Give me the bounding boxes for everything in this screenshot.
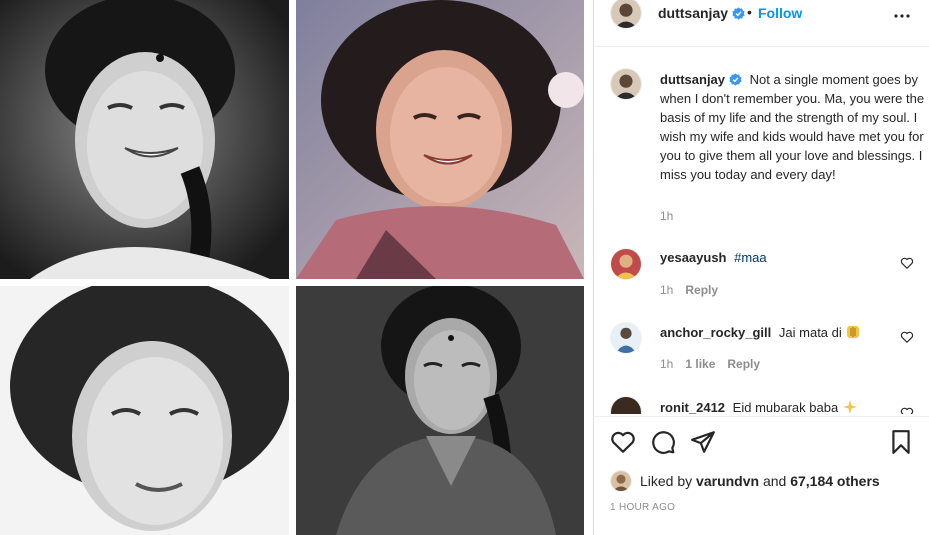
post-actions [594,423,929,459]
likes-count[interactable]: 67,184 others [790,473,880,489]
comment-username[interactable]: ronit_2412 [660,400,725,414]
header-divider [594,46,929,47]
comment-item: yesaayush #maa 1h Reply [610,248,920,308]
comment-time[interactable]: 1h [660,283,673,297]
photo-bottom-left [0,286,289,535]
comment-text: anchor_rocky_gill Jai mata di [660,324,861,340]
caption-avatar[interactable] [610,68,642,100]
sparkles-emoji-icon [842,400,857,414]
liker-avatar[interactable] [610,470,632,492]
caption-body: Not a single moment goes by when I don't… [660,72,925,182]
liker-username[interactable]: varundvn [696,473,759,489]
actions-divider [594,416,929,417]
folded-hands-emoji-icon [847,326,860,338]
comment-username[interactable]: anchor_rocky_gill [660,325,771,340]
author-username[interactable]: duttsanjay [658,5,745,21]
heart-icon[interactable] [610,429,636,455]
caption-text: duttsanjay Not a single moment goes by w… [660,70,929,184]
comment-message: Jai mata di [778,325,842,340]
commenter-avatar[interactable] [610,248,642,280]
comment-icon[interactable] [650,429,676,455]
comment-likes-count[interactable]: 1 like [685,357,715,371]
post-header: duttsanjay • Follow [594,0,929,29]
likes-conjunction: and [762,473,787,489]
comment-message: Eid mubarak baba [732,400,839,414]
comment-item: ronit_2412 Eid mubarak baba [610,396,920,414]
photo-top-right [296,0,584,279]
commenter-avatar[interactable] [610,396,642,414]
comment-like-heart-icon[interactable] [900,330,914,344]
verified-badge-icon [732,7,745,20]
comment-like-heart-icon[interactable] [900,256,914,270]
caption-username[interactable]: duttsanjay [660,72,742,87]
post-media[interactable] [0,0,593,535]
share-icon[interactable] [690,429,716,455]
post-timestamp[interactable]: 1 HOUR AGO [610,502,675,513]
comment-time[interactable]: 1h [660,357,673,371]
verified-badge-icon [729,73,742,86]
author-avatar[interactable] [610,0,642,29]
hashtag-link[interactable]: #maa [734,250,767,265]
comment-item: anchor_rocky_gill Jai mata di 1h 1 like … [610,322,920,382]
bookmark-icon[interactable] [888,429,914,455]
comment-like-heart-icon[interactable] [900,406,914,414]
likes-summary: Liked by varundvn and 67,184 others [610,469,880,493]
commenter-avatar[interactable] [610,322,642,354]
comment-username[interactable]: yesaayush [660,250,727,265]
comment-text: yesaayush #maa [660,250,767,265]
comment-text: ronit_2412 Eid mubarak baba [660,399,858,414]
separator-dot: • [747,4,752,20]
photo-bottom-right [296,286,584,535]
post-detail-panel: duttsanjay • Follow duttsanjay Not a sin… [593,0,929,535]
comment-meta: 1h Reply [660,283,718,297]
reply-button[interactable]: Reply [685,283,718,297]
more-options-icon[interactable] [892,6,912,26]
likes-prefix: Liked by [640,473,693,489]
comment-meta: 1h 1 like Reply [660,357,760,371]
photo-top-left [0,0,289,279]
caption-timestamp[interactable]: 1h [660,209,673,223]
reply-button[interactable]: Reply [727,357,760,371]
follow-button[interactable]: Follow [758,5,802,21]
